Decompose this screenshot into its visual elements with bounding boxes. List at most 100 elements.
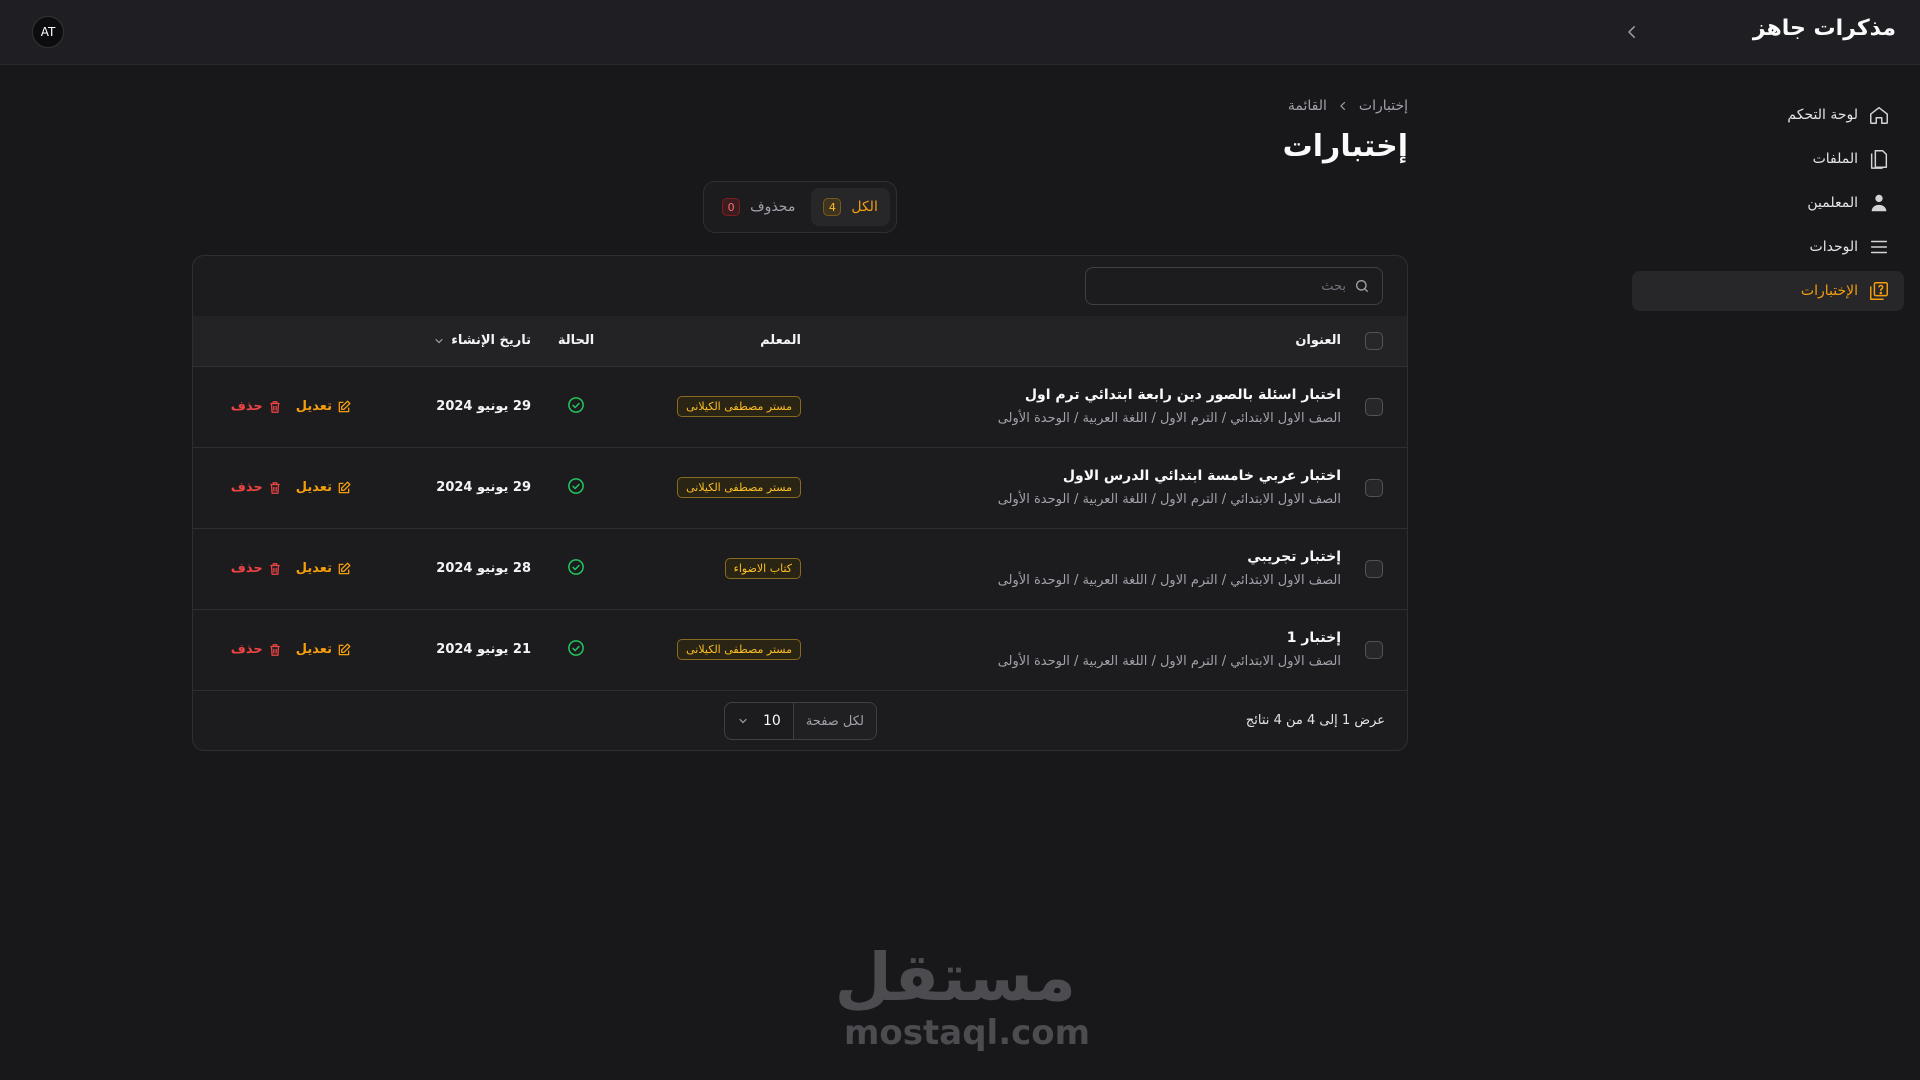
column-header-teacher: المعلم xyxy=(760,333,801,349)
edit-label: تعديل xyxy=(295,480,332,495)
quizzes-table-card: العنوان المعلم الحالة تاريخ الإنشاء xyxy=(192,255,1408,751)
column-header-status: الحالة xyxy=(557,333,595,349)
sidebar-item-label: الوحدات xyxy=(1809,239,1858,255)
trash-icon xyxy=(270,481,280,494)
sidebar-item-quizzes[interactable]: الإختبارات xyxy=(1632,271,1904,311)
row-checkbox[interactable] xyxy=(1365,559,1383,578)
table-row: اختبار اسئلة بالصور دين رابعة ابتدائي تر… xyxy=(193,366,1407,447)
row-checkbox[interactable] xyxy=(1365,640,1383,659)
delete-button[interactable]: حذف xyxy=(231,480,282,495)
list-icon xyxy=(1870,240,1888,254)
top-bar: مذكرات جاهز AT xyxy=(0,0,1920,65)
quiz-title[interactable]: إختبار 1 xyxy=(801,630,1341,646)
per-page-control: لكل صفحة 10 xyxy=(724,702,877,740)
per-page-label: لكل صفحة xyxy=(792,703,876,739)
user-avatar[interactable]: AT xyxy=(32,16,64,48)
column-header-actions xyxy=(193,316,351,366)
quiz-title[interactable]: إختبار تجريبي xyxy=(801,549,1341,565)
check-circle-icon xyxy=(568,396,584,413)
sidebar: لوحة التحكم الملفات المعلمين الوحدات الإ… xyxy=(1632,95,1904,315)
filter-tabs: الكل 4 محذوف 0 xyxy=(703,181,897,233)
chevron-down-icon xyxy=(739,718,747,724)
tab-count-badge: 4 xyxy=(823,198,842,216)
delete-button[interactable]: حذف xyxy=(231,399,282,414)
chevron-left-icon xyxy=(1337,100,1349,112)
results-summary: عرض 1 إلى 4 من 4 نتائج xyxy=(1245,713,1385,728)
trash-icon xyxy=(270,643,280,656)
column-header-date-label: تاريخ الإنشاء xyxy=(451,333,531,349)
edit-icon xyxy=(338,643,351,656)
trash-icon xyxy=(270,562,280,575)
tab-all[interactable]: الكل 4 xyxy=(811,188,890,226)
edit-button[interactable]: تعديل xyxy=(296,642,351,657)
user-icon xyxy=(1871,194,1887,212)
sidebar-item-label: الإختبارات xyxy=(1800,283,1858,299)
teacher-badge: كتاب الاضواء xyxy=(724,558,801,579)
chevron-down-icon xyxy=(435,338,443,344)
quiz-title[interactable]: اختبار عربي خامسة ابتدائي الدرس الاول xyxy=(801,468,1341,484)
select-all-checkbox[interactable] xyxy=(1365,331,1383,350)
table-row: إختبار 1 الصف الاول الابتدائي / الترم ال… xyxy=(193,609,1407,690)
file-icon xyxy=(1870,150,1888,169)
edit-button[interactable]: تعديل xyxy=(296,561,351,576)
teacher-badge: مستر مصطفى الكيلانى xyxy=(677,639,801,661)
sidebar-item-dashboard[interactable]: لوحة التحكم xyxy=(1632,95,1904,135)
edit-label: تعديل xyxy=(295,561,332,576)
table-header-row: العنوان المعلم الحالة تاريخ الإنشاء xyxy=(193,316,1407,366)
quiz-path: الصف الاول الابتدائي / الترم الاول / الل… xyxy=(997,654,1341,670)
chevron-left-icon xyxy=(1628,26,1635,38)
watermark-latin: mostaql.com xyxy=(844,1013,1091,1053)
sidebar-item-label: الملفات xyxy=(1812,151,1858,167)
quiz-path: الصف الاول الابتدائي / الترم الاول / الل… xyxy=(997,411,1341,426)
edit-icon xyxy=(338,481,351,493)
sidebar-item-files[interactable]: الملفات xyxy=(1632,139,1904,179)
tab-label: الكل xyxy=(851,199,878,215)
watermark-logo: مستقل mostaql.com xyxy=(834,939,1091,1053)
row-checkbox[interactable] xyxy=(1365,478,1383,497)
teacher-badge: مستر مصطفى الكيلانى xyxy=(677,396,801,417)
tab-deleted[interactable]: محذوف 0 xyxy=(710,188,807,226)
created-date: 29 يونيو 2024 xyxy=(436,399,531,414)
delete-label: حذف xyxy=(230,480,263,495)
quizzes-table: العنوان المعلم الحالة تاريخ الإنشاء اختب… xyxy=(193,316,1407,690)
column-header-title: العنوان xyxy=(1295,333,1341,349)
row-checkbox[interactable] xyxy=(1365,397,1383,416)
edit-icon xyxy=(338,562,351,574)
created-date: 21 يونيو 2024 xyxy=(436,642,531,658)
delete-button[interactable]: حذف xyxy=(231,561,282,576)
sidebar-item-teachers[interactable]: المعلمين xyxy=(1632,183,1904,223)
quiz-path: الصف الاول الابتدائي / الترم الاول / الل… xyxy=(997,573,1341,588)
created-date: 28 يونيو 2024 xyxy=(436,561,531,576)
collapse-sidebar-button[interactable] xyxy=(1620,20,1644,44)
page-title: إختبارات xyxy=(1282,129,1408,164)
app-brand[interactable]: مذكرات جاهز xyxy=(1753,16,1896,41)
sidebar-item-units[interactable]: الوحدات xyxy=(1632,227,1904,267)
check-circle-icon xyxy=(568,558,584,575)
table-row: اختبار عربي خامسة ابتدائي الدرس الاول ال… xyxy=(193,447,1407,528)
delete-label: حذف xyxy=(230,642,263,658)
edit-button[interactable]: تعديل xyxy=(296,480,351,495)
column-header-date[interactable]: تاريخ الإنشاء xyxy=(433,333,531,348)
per-page-select[interactable]: 10 xyxy=(725,703,793,739)
tab-count-badge: 0 xyxy=(722,198,741,216)
edit-icon xyxy=(338,400,351,412)
edit-button[interactable]: تعديل xyxy=(296,399,351,414)
check-circle-icon xyxy=(568,477,584,494)
main-content: إختبارات القائمة إختبارات الكل 4 محذوف 0 xyxy=(192,95,1408,751)
table-row: إختبار تجريبي الصف الاول الابتدائي / الت… xyxy=(193,528,1407,609)
quiz-title[interactable]: اختبار اسئلة بالصور دين رابعة ابتدائي تر… xyxy=(801,387,1341,403)
delete-button[interactable]: حذف xyxy=(231,642,282,657)
table-footer: عرض 1 إلى 4 من 4 نتائج لكل صفحة 10 xyxy=(193,690,1407,750)
teacher-badge: مستر مصطفى الكيلانى xyxy=(677,477,801,498)
home-icon xyxy=(1870,106,1888,124)
tab-label: محذوف xyxy=(750,199,796,215)
delete-label: حذف xyxy=(230,399,263,414)
sidebar-item-label: المعلمين xyxy=(1807,195,1858,211)
breadcrumb-parent[interactable]: إختبارات xyxy=(1359,98,1408,114)
search-box xyxy=(1085,267,1383,305)
search-input[interactable] xyxy=(1098,278,1346,294)
quiz-icon xyxy=(1870,282,1888,300)
delete-label: حذف xyxy=(230,561,263,576)
search-icon xyxy=(1356,280,1368,292)
watermark-arabic: مستقل xyxy=(834,939,1076,1016)
